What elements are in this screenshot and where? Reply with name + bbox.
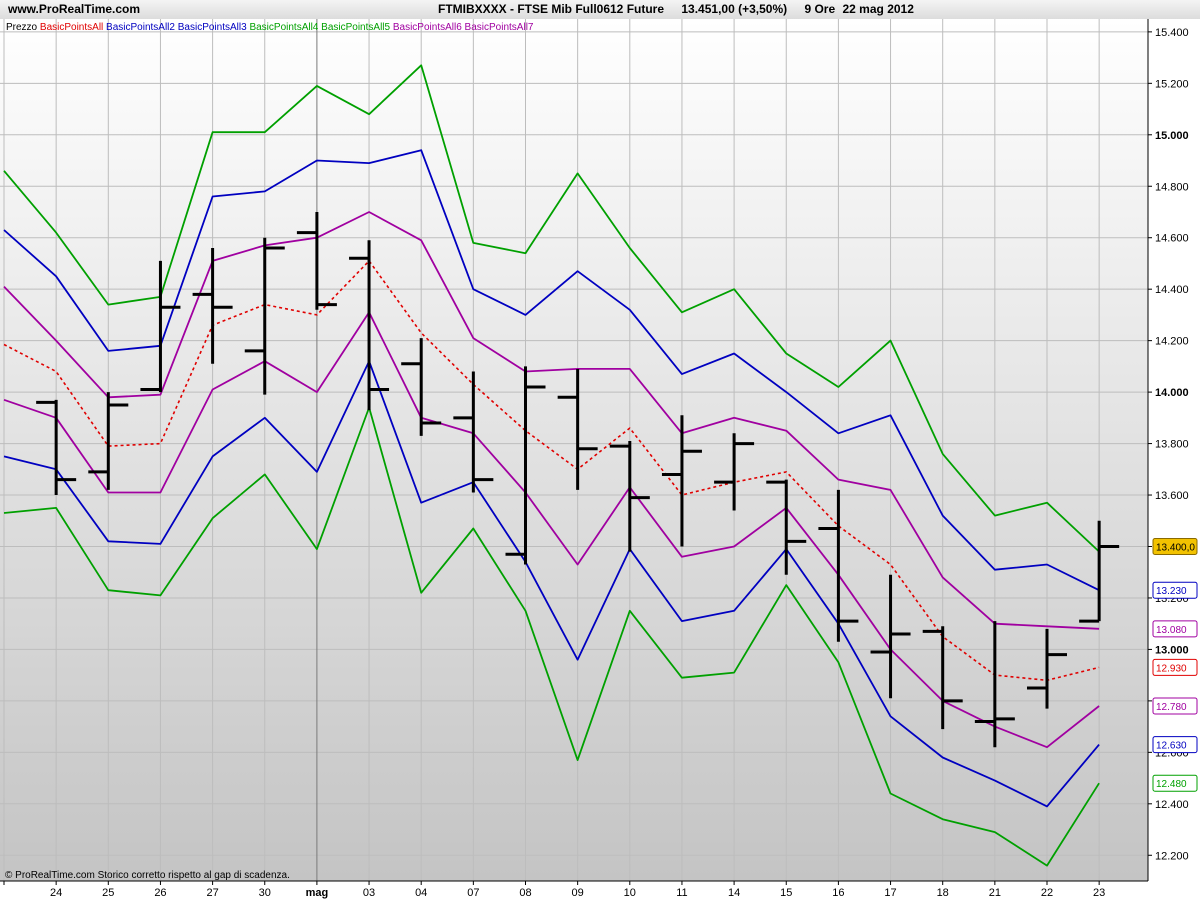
x-tick-label: 03: [363, 887, 375, 899]
y-tick-label: 15.400: [1155, 27, 1189, 39]
x-tick-label: 11: [676, 887, 687, 899]
chart-header-bar: www.ProRealTime.com FTMIBXXXX - FTSE Mib…: [0, 0, 1200, 20]
x-tick-label: 30: [259, 887, 271, 899]
value-badge: 12.630: [1152, 736, 1198, 754]
x-tick-label: 04: [415, 887, 427, 899]
x-tick-label: 25: [102, 887, 114, 899]
legend: Prezzo BasicPointsAll BasicPointsAll2 Ba…: [6, 22, 534, 33]
legend-item: BasicPointsAll: [37, 22, 103, 33]
x-tick-label: 07: [467, 887, 479, 899]
badge-label: 12.930: [1156, 663, 1187, 674]
y-tick-label: 14.200: [1155, 336, 1189, 348]
y-tick-label: 14.600: [1155, 233, 1189, 245]
y-tick-label: 12.200: [1155, 850, 1189, 862]
x-tick-label: 23: [1093, 887, 1105, 899]
y-tick-label: 15.200: [1155, 78, 1189, 90]
chart-title: FTMIBXXXX - FTSE Mib Full0612 Future 13.…: [438, 2, 928, 16]
x-tick-label: 24: [50, 887, 62, 899]
badge-label: 13.230: [1156, 586, 1187, 597]
timeframe-label: 9 Ore: [804, 2, 836, 16]
y-tick-label: 15.000: [1155, 130, 1189, 142]
legend-item: BasicPointsAll2: [103, 22, 175, 33]
value-badge: 13.230: [1152, 581, 1198, 599]
x-tick-label: 16: [832, 887, 844, 899]
y-tick-label: 13.800: [1155, 439, 1189, 451]
value-badge: 12.480: [1152, 774, 1198, 792]
y-tick-label: 12.400: [1155, 799, 1189, 811]
legend-item: BasicPointsAll3: [175, 22, 247, 33]
x-tick-label: 10: [624, 887, 636, 899]
price-chart[interactable]: 12.20012.40012.60012.80013.00013.20013.4…: [0, 19, 1200, 900]
badge-label: 12.780: [1156, 702, 1187, 713]
y-tick-label: 14.000: [1155, 387, 1189, 399]
x-tick-label: 17: [884, 887, 896, 899]
y-tick-label: 14.400: [1155, 284, 1189, 296]
legend-item: BasicPointsAll4: [247, 22, 319, 33]
badge-label: 13.080: [1156, 625, 1187, 636]
y-tick-label: 13.600: [1155, 490, 1189, 502]
value-badge: 12.780: [1152, 697, 1198, 715]
x-tick-label: 21: [989, 887, 1001, 899]
footer-note: © ProRealTime.com Storico corretto rispe…: [5, 870, 290, 881]
legend-item: BasicPointsAll6: [390, 22, 462, 33]
x-tick-label: 15: [780, 887, 792, 899]
x-tick-label: 22: [1041, 887, 1053, 899]
y-tick-label: 13.000: [1155, 644, 1189, 656]
chart-date: 22 mag 2012: [842, 2, 914, 16]
badge-label: 13.400,0: [1156, 542, 1195, 553]
legend-item: Prezzo: [6, 22, 38, 33]
x-tick-label: 27: [206, 887, 218, 899]
instrument-name: FTMIBXXXX - FTSE Mib Full0612 Future: [438, 2, 665, 16]
value-badge: 12.930: [1152, 658, 1198, 676]
badge-label: 12.480: [1156, 779, 1187, 790]
x-tick-label: 09: [572, 887, 584, 899]
brand-link[interactable]: www.ProRealTime.com: [8, 2, 140, 16]
legend-row: Prezzo BasicPointsAll BasicPointsAll2 Ba…: [6, 22, 534, 33]
x-tick-label: 14: [728, 887, 740, 899]
x-tick-label: 26: [154, 887, 166, 899]
legend-item: BasicPointsAll5: [318, 22, 390, 33]
x-axis-background: [0, 881, 1200, 900]
value-badge: 13.080: [1152, 620, 1198, 638]
last-price: 13.451,00 (+3,50%): [681, 2, 788, 16]
badge-label: 12.630: [1156, 741, 1187, 752]
x-tick-label: 18: [937, 887, 949, 899]
value-badge: 13.400,0: [1152, 537, 1198, 555]
x-tick-label: mag: [306, 887, 329, 899]
x-tick-label: 08: [519, 887, 531, 899]
y-tick-label: 14.800: [1155, 181, 1189, 193]
legend-item: BasicPointsAll7: [462, 22, 534, 33]
